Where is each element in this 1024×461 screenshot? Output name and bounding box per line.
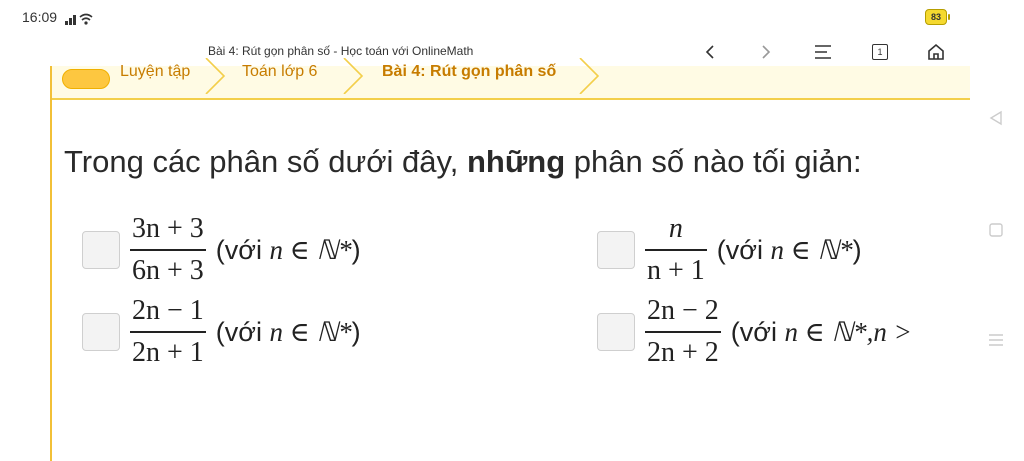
- fraction-bar: [130, 331, 206, 333]
- numerator: 3n + 3: [132, 213, 204, 244]
- question-pre: Trong các phân số dưới đây,: [64, 144, 467, 179]
- fraction: 3n + 3 6n + 3: [130, 212, 206, 288]
- numerator: 2n − 2: [647, 295, 719, 326]
- home-icon: [928, 43, 944, 60]
- question-text: Trong các phân số dưới đây, những phân s…: [64, 144, 862, 180]
- condition-math: n ∈ ℕ*,n >: [784, 316, 912, 347]
- condition-prefix: (với: [730, 316, 785, 347]
- option-checkbox[interactable]: [597, 231, 635, 269]
- condition: (với n ∈ ℕ*): [216, 235, 361, 266]
- system-home-button[interactable]: [982, 216, 1010, 244]
- fraction: 2n − 2 2n + 2: [645, 294, 721, 370]
- condition: (với n ∈ ℕ*): [216, 317, 361, 348]
- home-button[interactable]: [924, 40, 948, 64]
- option-2[interactable]: n n + 1 (với n ∈ ℕ*): [597, 212, 862, 288]
- chevron-left-icon: [705, 45, 714, 59]
- fraction-bar: [645, 331, 721, 333]
- question-bold: những: [466, 144, 566, 179]
- clock: 16:09: [22, 9, 58, 25]
- denominator: n + 1: [647, 255, 705, 286]
- numerator: n: [668, 213, 683, 244]
- option-1[interactable]: 3n + 3 6n + 3 (với n ∈ ℕ*): [82, 212, 361, 288]
- breadcrumb-pill: [62, 69, 110, 89]
- question-post: phân số nào tối giản:: [565, 144, 862, 179]
- status-bar: 16:09 83: [0, 0, 1024, 32]
- fraction: n n + 1: [645, 212, 707, 288]
- condition-prefix: (với: [215, 316, 270, 347]
- numerator: 2n − 1: [132, 295, 204, 326]
- triangle-back-icon: [989, 110, 1002, 126]
- condition-prefix: (với: [716, 234, 771, 265]
- denominator: 2n + 2: [647, 337, 719, 368]
- option-4[interactable]: 2n − 2 2n + 2 (với n ∈ ℕ*,n >: [597, 294, 970, 370]
- signal-wifi-icon: [65, 13, 93, 25]
- fraction-bar: [130, 249, 206, 251]
- chevron-right-icon: [762, 45, 771, 59]
- system-back-button[interactable]: [982, 104, 1010, 132]
- breadcrumb-item-practice[interactable]: Luyện tập: [120, 63, 190, 81]
- square-home-icon: [989, 223, 1003, 237]
- breadcrumb-chevron-icon: [579, 58, 600, 94]
- condition-math: n ∈ ℕ*: [269, 316, 352, 347]
- condition-math: n ∈ ℕ*: [269, 234, 352, 265]
- page-title: Bài 4: Rút gọn phân số - Học toán với On…: [208, 44, 474, 58]
- denominator: 6n + 3: [132, 255, 204, 286]
- system-nav-bar: [968, 0, 1024, 461]
- option-checkbox[interactable]: [82, 231, 120, 269]
- tabs-button[interactable]: 1: [868, 40, 892, 64]
- menu-button[interactable]: [811, 40, 835, 64]
- option-checkbox[interactable]: [82, 313, 120, 351]
- fraction: 2n − 1 2n + 1: [130, 294, 206, 370]
- denominator: 2n + 1: [132, 337, 204, 368]
- option-checkbox[interactable]: [597, 313, 635, 351]
- page-content: Luyện tập Toán lớp 6 Bài 4: Rút gọn phân…: [50, 58, 970, 461]
- breadcrumb-item-lesson[interactable]: Bài 4: Rút gọn phân số: [382, 63, 556, 81]
- menu-lines-icon: [989, 334, 1003, 346]
- browser-header: Bài 4: Rút gọn phân số - Học toán với On…: [0, 32, 1024, 66]
- breadcrumb: Luyện tập Toán lớp 6 Bài 4: Rút gọn phân…: [52, 58, 970, 100]
- back-button[interactable]: [698, 40, 722, 64]
- breadcrumb-item-grade6[interactable]: Toán lớp 6: [242, 63, 317, 81]
- condition-prefix: (với: [215, 234, 270, 265]
- condition: (với n ∈ ℕ*): [717, 235, 862, 266]
- option-3[interactable]: 2n − 1 2n + 1 (với n ∈ ℕ*): [82, 294, 361, 370]
- breadcrumb-chevron-icon: [205, 58, 226, 94]
- tabs-count: 1: [872, 44, 888, 60]
- condition-suffix: ): [351, 234, 361, 265]
- condition-suffix: ): [852, 234, 862, 265]
- battery-indicator: 83: [925, 9, 950, 25]
- condition-math: n ∈ ℕ*: [770, 234, 853, 265]
- system-recents-button[interactable]: [982, 326, 1010, 354]
- forward-button[interactable]: [754, 40, 778, 64]
- menu-icon: [815, 45, 831, 59]
- fraction-bar: [645, 249, 707, 251]
- condition-suffix: ): [351, 316, 361, 347]
- breadcrumb-chevron-icon: [343, 58, 364, 94]
- condition: (với n ∈ ℕ*,n >: [731, 317, 912, 348]
